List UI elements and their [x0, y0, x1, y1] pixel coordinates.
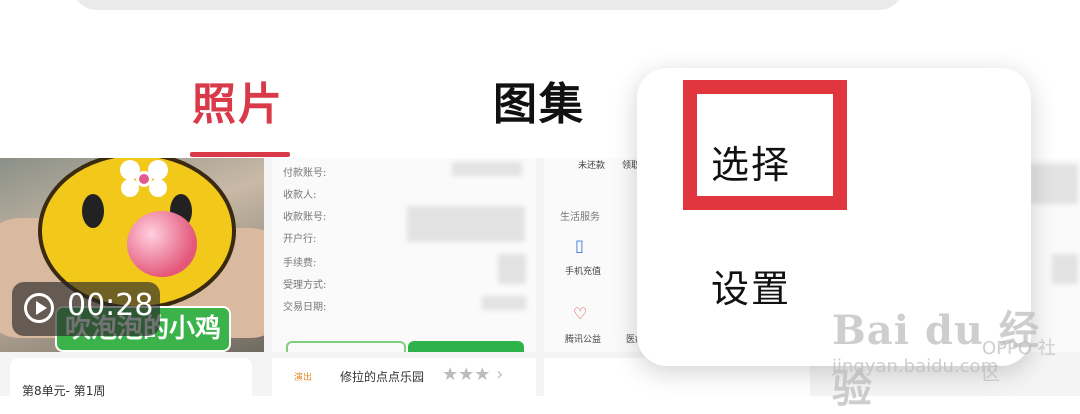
redacted-value — [482, 296, 526, 310]
tab-albums[interactable]: 图集 — [493, 68, 585, 132]
receipt-field: 交易日期: — [283, 302, 327, 313]
receipt-field: 受理方式: — [283, 280, 327, 291]
tab-active-indicator — [190, 152, 290, 157]
receipt-field: 收款人: — [283, 190, 317, 201]
bow-icon — [120, 160, 168, 197]
card-title: 修拉的点点乐园 — [340, 370, 425, 384]
play-icon — [24, 293, 54, 323]
receipt-button-green — [408, 341, 524, 352]
receipt-field: 收款账号: — [283, 212, 327, 223]
heart-icon: ♡ — [573, 304, 588, 323]
card-row2-2[interactable]: 演出 修拉的点点乐园 ★★★ › — [272, 358, 536, 396]
redacted-value — [452, 162, 522, 176]
star-rating-icon: ★★★ › — [442, 364, 504, 385]
service-item: 腾讯公益 — [565, 335, 602, 345]
services-title: 生活服务 — [560, 212, 600, 223]
receipt-button-outline — [286, 341, 406, 352]
card-row2-1[interactable]: 第8单元- 第1周 — [10, 358, 252, 398]
tab-photos[interactable]: 照片 — [192, 68, 284, 132]
video-thumbnail[interactable]: 吹泡泡的小鸡 00:28 — [0, 158, 264, 352]
services-top-label: 未还款 — [578, 161, 606, 171]
highlight-annotation — [683, 80, 847, 210]
baidu-watermark: Bai du 经验 OPPO 社区 jingyan.baidu.com — [832, 276, 1072, 412]
redacted-value — [1030, 164, 1078, 204]
watermark-url: jingyan.baidu.com — [832, 356, 999, 377]
service-item: 手机充值 — [565, 267, 602, 277]
receipt-field: 开户行: — [283, 234, 317, 245]
video-duration: 00:28 — [67, 288, 154, 323]
pink-bubble — [127, 211, 197, 277]
menu-item-settings[interactable]: 设置 — [711, 258, 791, 313]
duration-badge: 00:28 — [12, 282, 160, 336]
card-title: 第8单元- 第1周 — [22, 384, 106, 398]
redacted-value — [498, 254, 526, 284]
card-tag: 演出 — [294, 373, 313, 383]
receipt-field: 付款账号: — [283, 168, 327, 179]
receipt-field: 手续费: — [283, 258, 317, 269]
chick-eye-left — [82, 194, 104, 228]
redacted-value — [407, 206, 525, 242]
search-bar[interactable] — [72, 0, 904, 10]
receipt-thumbnail[interactable]: 付款账号: 收款人: 收款账号: 开户行: 手续费: 受理方式: 交易日期: — [272, 158, 536, 352]
phone-icon: ▯ — [575, 236, 584, 255]
